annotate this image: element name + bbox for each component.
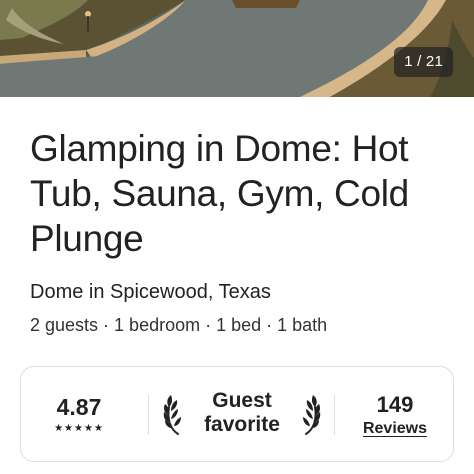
photo-counter: 1 / 21 <box>394 47 453 77</box>
reviews-link[interactable]: Reviews <box>337 418 453 440</box>
rating-value: 4.87 <box>56 394 102 420</box>
divider <box>148 395 149 435</box>
reviews-block: 149 Reviews <box>337 367 453 461</box>
laurel-right-icon <box>299 393 321 437</box>
listing-title: Glamping in Dome: Hot Tub, Sauna, Gym, C… <box>30 128 409 259</box>
rating-card: 4.87 ★★★★★ Guest favorite 149 Reviews <box>20 366 454 462</box>
listing-page: 1 / 21 Glamping in Dome: Hot Tub, Sauna,… <box>0 0 474 474</box>
listing-photo[interactable]: 1 / 21 <box>0 0 474 97</box>
listing-subtitle: Dome in Spicewood, Texas <box>30 281 271 303</box>
divider <box>334 395 335 435</box>
listing-details: 2 guests · 1 bedroom · 1 bed · 1 bath <box>30 315 328 335</box>
rating-block: 4.87 ★★★★★ <box>21 367 137 461</box>
rating-stars: ★★★★★ <box>54 423 104 434</box>
reviews-count: 149 <box>376 392 414 417</box>
guest-favorite-label: Guest favorite <box>204 389 280 436</box>
guest-favorite-badge: Guest favorite <box>159 367 325 461</box>
laurel-left-icon <box>163 393 185 437</box>
